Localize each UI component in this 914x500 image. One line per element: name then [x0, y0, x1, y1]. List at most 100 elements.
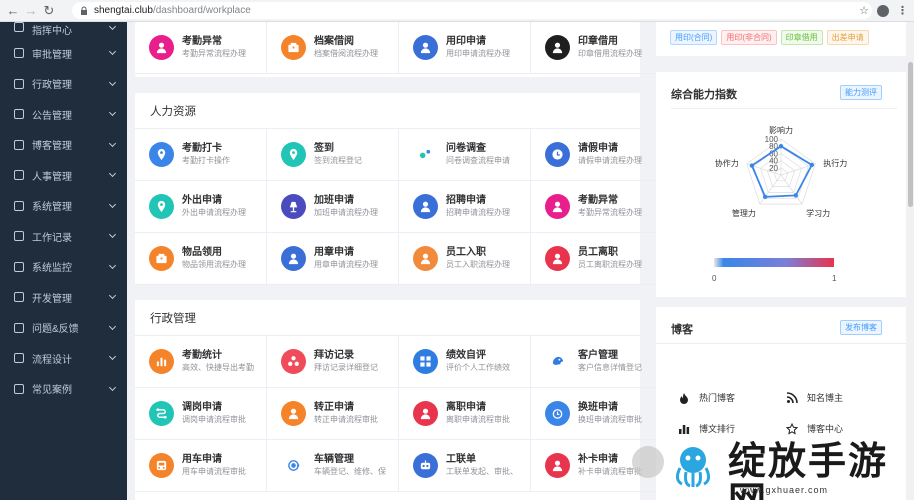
back-icon[interactable]: ← [4, 2, 22, 20]
hr-item[interactable]: 签到 签到流程登记 [267, 129, 399, 181]
admin-item-title: 转正申请 [314, 402, 354, 413]
sidebar: 指挥中心审批管理行政管理 公告管理 博客管理 人事管理 系统管理 工作记录 系统监控 开发管理… [0, 22, 127, 500]
radar-axis-label: 影响力 [769, 125, 793, 135]
admin-item[interactable]: 工联单 工联单发起、审批、 [399, 440, 531, 492]
rss-icon [786, 391, 798, 403]
page-scrollbar[interactable] [907, 22, 914, 500]
radar-point[interactable] [809, 162, 815, 168]
admin-item[interactable]: 客户管理 客户信息详情登记 [531, 336, 662, 388]
reload-icon[interactable]: ↻ [40, 2, 58, 20]
chevron-down-icon [108, 383, 117, 391]
publish-blog-button[interactable]: 发布博客 [840, 320, 882, 335]
octopus-logo-icon [675, 447, 711, 488]
hr-item[interactable]: 问卷调查 问卷调查流程申请 [399, 129, 531, 181]
approval-tag[interactable]: 出差申请 [826, 30, 869, 45]
sidebar-item[interactable]: 博客管理 [0, 130, 127, 161]
top-item[interactable]: 用印申请 用印申请流程办理 [399, 22, 531, 74]
sidebar-item[interactable]: 常见案例 [0, 374, 127, 405]
approval-tag[interactable]: 印章借用 [780, 30, 823, 45]
top-item[interactable]: 印章借用 印章借用流程办理 [531, 22, 662, 74]
radar-chart: 10080604020影响力执行力学习力管理力协作力0 1 [712, 125, 847, 283]
user-icon [14, 170, 24, 181]
radar-point[interactable] [762, 194, 768, 200]
bookmark-star-icon[interactable]: ☆ [859, 4, 869, 17]
hr-item[interactable]: 考勤打卡 考勤打卡操作 [135, 129, 267, 181]
radar-point[interactable] [749, 163, 755, 168]
admin-item[interactable]: 调岗申请 调岗申请流程审批 [135, 388, 267, 440]
hr-item[interactable]: 物品领用 物品领用流程办理 [135, 233, 267, 285]
sidebar-item[interactable]: 流程设计 [0, 343, 127, 374]
address-bar[interactable]: shengtai.club/dashboard/workplace [72, 2, 872, 19]
cloud-icon [14, 292, 24, 303]
admin-item[interactable]: 换班申请 换班申请流程审批 [531, 388, 662, 440]
edit-icon [14, 139, 24, 150]
menu-dots-icon[interactable]: ⋮ [897, 4, 908, 17]
admin-item-subtitle: 离职申请流程审批 [446, 415, 510, 424]
top-item[interactable]: 档案借阅 档案借阅流程办理 [267, 22, 399, 74]
scrollbar-thumb[interactable] [908, 62, 913, 207]
top-item-title: 用印申请 [446, 36, 486, 47]
admin-item-subtitle: 转正申请流程审批 [314, 415, 378, 424]
admin-item-title: 换班申请 [578, 402, 618, 413]
top-item-title: 印章借用 [578, 36, 618, 47]
blog-link[interactable]: 知名博主 [786, 391, 843, 404]
box-icon [149, 246, 174, 271]
top-item-title: 档案借阅 [314, 36, 354, 47]
sidebar-item[interactable]: 问题&反馈 [0, 313, 127, 344]
radar-point[interactable] [793, 193, 799, 198]
user-icon [281, 246, 306, 271]
sidebar-item[interactable]: 审批管理 [0, 38, 127, 69]
ability-panel: 综合能力指数 能力测评 100 80 60 40 20 影响力 执行力 学习力 管理力 协作力 0 1 [656, 72, 906, 297]
sidebar-item[interactable]: 开发管理 [0, 282, 127, 313]
radar-tick-label: 20 [769, 164, 778, 173]
blog-title: 博客 [671, 324, 693, 336]
hr-item[interactable]: 员工离职 员工离职流程办理 [531, 233, 662, 285]
admin-panel: 行政管理 考勤统计 高效、快捷导出考勤 拜访记录 拜访记录详细登记 绩效自评 评价个人工作… [135, 300, 662, 500]
chevron-down-icon [108, 78, 117, 86]
sidebar-item[interactable]: 系统监控 [0, 252, 127, 283]
sidebar-item[interactable]: 公告管理 [0, 99, 127, 130]
hr-item[interactable]: 招聘申请 招聘申请流程办理 [399, 181, 531, 233]
user-icon [281, 401, 306, 426]
hr-item[interactable]: 用章申请 用章申请流程办理 [267, 233, 399, 285]
wechat-icon [632, 446, 664, 478]
admin-item-title: 绩效自评 [446, 350, 486, 361]
hr-item[interactable]: 加班申请 加班申请流程办理 [267, 181, 399, 233]
admin-item[interactable]: 考勤统计 高效、快捷导出考勤 [135, 336, 267, 388]
admin-item[interactable]: 车辆管理 车辆登记、维修、保 [267, 440, 399, 492]
admin-item[interactable]: 转正申请转正申请流程审批 [267, 388, 399, 440]
forward-icon[interactable]: → [22, 2, 40, 20]
blog-link[interactable]: 博文排行 [678, 422, 735, 435]
sidebar-item[interactable]: 指挥中心 [0, 22, 127, 38]
chevron-down-icon [108, 261, 117, 269]
blog-link[interactable]: 热门博客 [678, 391, 735, 404]
user-icon [149, 35, 174, 60]
blog-link[interactable]: 博客中心 [786, 422, 843, 435]
sidebar-item[interactable]: 人事管理 [0, 160, 127, 191]
admin-item[interactable]: 拜访记录 拜访记录详细登记 [267, 336, 399, 388]
ability-test-button[interactable]: 能力测评 [840, 85, 882, 100]
hr-item[interactable]: 外出申请 外出申请流程办理 [135, 181, 267, 233]
bars-icon [149, 349, 174, 374]
approval-tag[interactable]: 用印(合同) [670, 30, 718, 45]
admin-item[interactable]: 离职申请 离职申请流程审批 [399, 388, 531, 440]
admin-item[interactable]: 用车申请 用车申请流程审批 [135, 440, 267, 492]
approval-tag[interactable]: 用印(非合同) [721, 30, 777, 45]
top-item[interactable]: 考勤异常 考勤异常流程办理 [135, 22, 267, 74]
hr-item-subtitle: 员工入职流程办理 [446, 260, 510, 269]
hr-item[interactable]: 请假申请请假申请流程办理 [531, 129, 662, 181]
hr-item-subtitle: 考勤打卡操作 [182, 156, 230, 165]
profile-icon[interactable] [877, 4, 889, 17]
hr-item-subtitle: 请假申请流程办理 [578, 156, 642, 165]
sidebar-item[interactable]: 行政管理 [0, 69, 127, 100]
sidebar-item[interactable]: 系统管理 [0, 191, 127, 222]
sidebar-item[interactable]: 工作记录 [0, 221, 127, 252]
user-icon [545, 453, 570, 478]
radar-point[interactable] [778, 144, 784, 149]
radar-axis-label: 协作力 [715, 158, 739, 168]
admin-item[interactable]: 绩效自评 评价个人工作绩效 [399, 336, 531, 388]
sidebar-item-label: 审批管理 [32, 49, 72, 61]
hr-item[interactable]: 考勤异常 考勤异常流程办理 [531, 181, 662, 233]
hr-item-title: 请假申请 [578, 143, 618, 154]
hr-item[interactable]: 员工入职 员工入职流程办理 [399, 233, 531, 285]
